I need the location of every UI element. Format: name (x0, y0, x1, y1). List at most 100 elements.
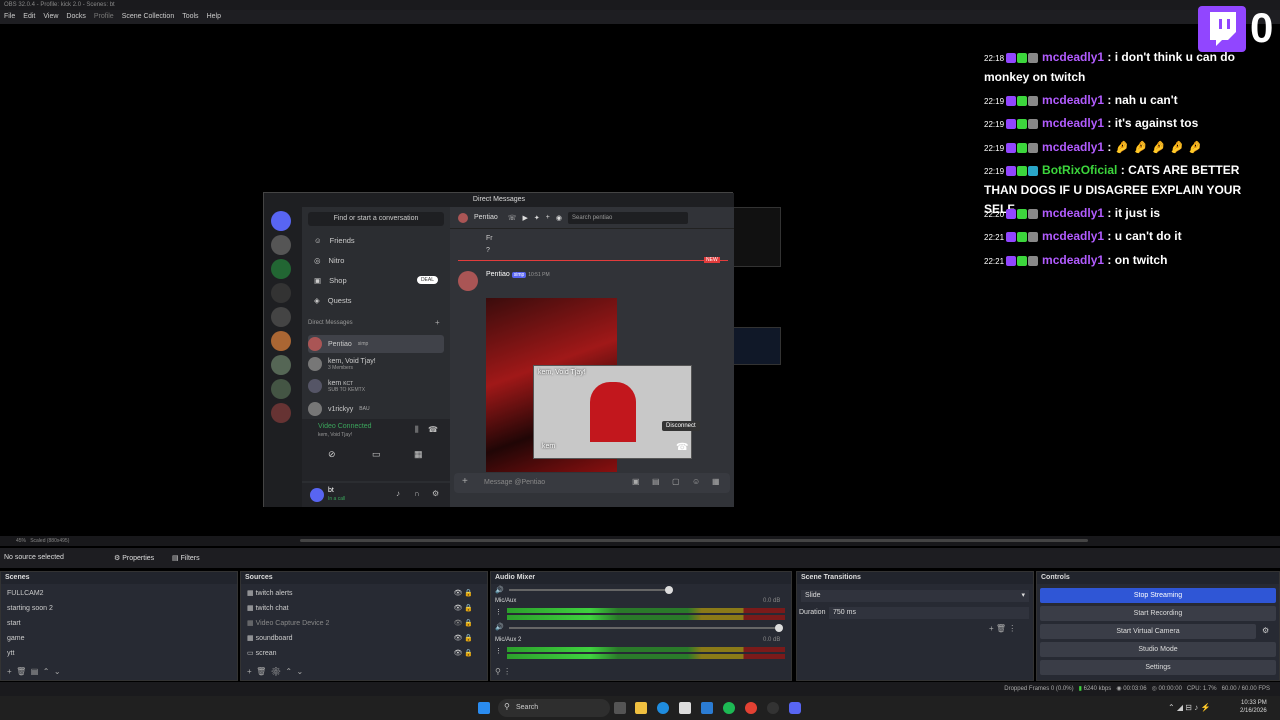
server-icon[interactable] (271, 259, 291, 279)
discord-home-icon[interactable] (271, 211, 291, 231)
profile-icon[interactable]: ◉ (556, 214, 562, 222)
attach-icon[interactable]: + (462, 476, 468, 487)
spotify-icon[interactable] (723, 702, 735, 714)
taskbar-search[interactable]: Search (498, 699, 610, 717)
task-view-icon[interactable] (614, 702, 626, 714)
start-recording-button[interactable]: Start Recording (1040, 606, 1276, 621)
settings-icon[interactable]: ⚙ (271, 667, 281, 676)
mic-icon[interactable]: ♪ (396, 489, 400, 498)
source-item[interactable]: ▦ twitch chat 👁 🔒 (241, 601, 487, 616)
hangup-icon[interactable]: ☎ (676, 442, 688, 453)
remove-icon[interactable]: 🗑 (256, 667, 266, 676)
source-item[interactable]: ▦ soundboard 👁 🔒 (241, 631, 487, 646)
studio-mode-button[interactable]: Studio Mode (1040, 642, 1276, 657)
camera-off-icon[interactable]: ⊘ (328, 449, 336, 460)
message-input[interactable]: + Message @Pentiao ▣ ▤ ▢ ☺ ▦ (454, 473, 730, 493)
up-icon[interactable]: ⌃ (43, 667, 50, 676)
noise-icon[interactable]: ⫼ (415, 425, 419, 435)
nav-friends[interactable]: ☺ Friends (310, 232, 444, 248)
nav-quests[interactable]: ◈ Quests (310, 292, 444, 308)
menu-view[interactable]: View (43, 10, 58, 24)
add-icon[interactable]: + (989, 624, 994, 633)
avatar[interactable] (310, 488, 324, 502)
server-icon[interactable] (271, 331, 291, 351)
pin-icon[interactable]: ✦ (534, 214, 540, 222)
chat-search-input[interactable]: Search pentiao (567, 211, 688, 224)
start-virtual-camera-button[interactable]: Start Virtual Camera (1040, 624, 1256, 639)
filter-icon[interactable]: ▤ (31, 667, 39, 676)
edge-icon[interactable] (657, 702, 669, 714)
scene-item[interactable]: ytt (1, 646, 237, 661)
master-slider[interactable] (509, 589, 669, 591)
activities-icon[interactable]: ▦ (414, 449, 423, 460)
duration-input[interactable]: 750 ms (829, 607, 1029, 619)
find-conversation-input[interactable]: Find or start a conversation (308, 212, 444, 226)
system-tray[interactable]: ⌃ ◢ ⊟ ♪ ⚡ (1168, 703, 1210, 712)
sticker-icon[interactable]: ▢ (672, 477, 680, 486)
menu-profile[interactable]: Profile (94, 10, 114, 24)
preview-scrollbar[interactable] (300, 539, 1088, 542)
obs-icon[interactable] (767, 702, 779, 714)
source-item[interactable]: ▭ screan 👁 🔒 (241, 646, 487, 661)
down-icon[interactable]: ⌄ (297, 667, 304, 676)
scene-item[interactable]: start (1, 616, 237, 631)
call-icon[interactable]: ☏ (508, 214, 517, 222)
source-item[interactable]: ▦ Video Capture Device 2 👁 🔒 (241, 616, 487, 631)
volume-slider[interactable] (509, 627, 779, 629)
stop-streaming-button[interactable]: Stop Streaming (1040, 588, 1276, 603)
add-icon[interactable]: + (247, 667, 252, 676)
server-icon[interactable] (271, 235, 291, 255)
dm-item[interactable]: Pentiao simp (308, 335, 444, 353)
apps-icon[interactable]: ▦ (712, 477, 720, 486)
nav-nitro[interactable]: ◎ Nitro (310, 252, 444, 268)
chrome-icon[interactable] (745, 702, 757, 714)
disconnect-button[interactable]: Disconnect (662, 421, 700, 431)
virtual-camera-settings-icon[interactable]: ⚙ (1262, 626, 1269, 635)
headset-icon[interactable]: ∩ (414, 489, 420, 498)
file-explorer-icon[interactable] (635, 702, 647, 714)
add-icon[interactable]: + (7, 667, 12, 676)
windows-start-icon[interactable] (478, 702, 490, 714)
menu-docks[interactable]: Docks (66, 10, 85, 24)
menu-tools[interactable]: Tools (182, 10, 198, 24)
store-icon[interactable] (679, 702, 691, 714)
scene-item[interactable]: game (1, 631, 237, 646)
dm-item[interactable]: kem, Void Tjay! 3 Members (308, 355, 444, 373)
clock[interactable]: 10:33 PM 2/16/2026 (1240, 699, 1267, 715)
server-icon[interactable] (271, 307, 291, 327)
volume-slider-handle[interactable] (775, 624, 783, 632)
menu-help[interactable]: Help (207, 10, 221, 24)
channel-menu-icon[interactable]: ⋮ (495, 647, 502, 655)
properties-button[interactable]: ⚙ Properties (114, 554, 154, 562)
gif-icon[interactable]: ▤ (652, 477, 660, 486)
video-icon[interactable]: ▶ (523, 214, 528, 222)
volume-icon[interactable]: 🔊 (495, 586, 504, 594)
call-popout[interactable]: kem, Void Tjay! kem Disconnect ☎ (533, 365, 700, 459)
volume-icon[interactable]: 🔊 (495, 623, 504, 631)
master-slider-handle[interactable] (665, 586, 673, 594)
avatar[interactable] (458, 271, 478, 291)
link-icon[interactable]: ⚲ (495, 667, 501, 676)
remove-icon[interactable]: 🗑 (996, 624, 1006, 633)
scene-item[interactable]: starting soon 2 (1, 601, 237, 616)
discord-icon[interactable] (789, 702, 801, 714)
remove-icon[interactable]: 🗑 (16, 667, 26, 676)
hangup-icon[interactable]: ☎ (428, 425, 438, 434)
menu-scene-collection[interactable]: Scene Collection (122, 10, 175, 24)
source-item[interactable]: ▦ twitch alerts 👁 🔒 (241, 586, 487, 601)
dm-item[interactable]: kem KCT SUB TO KEMTX (308, 377, 444, 395)
settings-button[interactable]: Settings (1040, 660, 1276, 675)
emoji-icon[interactable]: ☺ (692, 477, 700, 486)
server-icon[interactable] (271, 403, 291, 423)
mail-icon[interactable] (701, 702, 713, 714)
gift-icon[interactable]: ▣ (632, 477, 640, 486)
channel-menu-icon[interactable]: ⋮ (495, 608, 502, 616)
screen-share-icon[interactable]: ▭ (372, 449, 381, 460)
up-icon[interactable]: ⌃ (285, 667, 292, 676)
down-icon[interactable]: ⌄ (54, 667, 61, 676)
add-friend-icon[interactable]: + (546, 214, 550, 221)
dm-item[interactable]: v1rickyy BAU (308, 400, 444, 418)
transition-select[interactable]: Slide ▾ (801, 590, 1029, 602)
server-icon[interactable] (271, 355, 291, 375)
settings-icon[interactable]: ⚙ (432, 489, 439, 498)
